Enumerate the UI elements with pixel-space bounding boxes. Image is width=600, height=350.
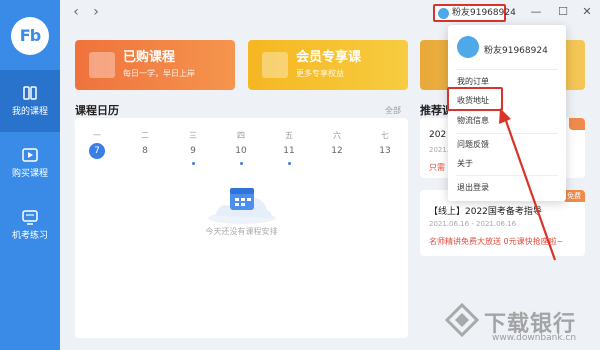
calendar-day-today[interactable]: 7: [89, 143, 105, 159]
avatar: [457, 36, 479, 58]
sidebar-item-my-courses[interactable]: 我的课程: [0, 70, 60, 132]
event-dot: [240, 162, 243, 165]
sidebar-item-label: 机考练习: [11, 231, 48, 241]
sidebar-item-buy-courses[interactable]: 购买课程: [0, 132, 60, 194]
calendar-day[interactable]: 12: [327, 142, 347, 160]
watermark-url: www.downbank.cn: [492, 333, 577, 343]
calendar-title: 课程日历: [75, 104, 119, 117]
user-name: 粉友91968924: [452, 8, 516, 18]
card-subtitle: 更多专享权益: [296, 69, 344, 78]
calendar-panel: 一 二 三 四 五 六 七 7 8 9 10 11 12 13 今天还没有课程安…: [75, 118, 408, 338]
card-title: 会员专享课: [296, 50, 362, 65]
calendar-day[interactable]: 11: [279, 142, 299, 160]
user-menu-button[interactable]: 粉友91968924: [433, 4, 516, 22]
app-logo: Fb: [11, 17, 49, 55]
empty-message: 今天还没有课程安排: [205, 227, 278, 236]
title-bar: ‹ › — ☐ ✕: [60, 0, 600, 26]
watermark-logo-icon: [445, 303, 479, 337]
purchased-courses-card[interactable]: 已购课程 每日一学，早日上岸: [75, 40, 235, 90]
course-note: 名师精讲免费大放送 0元课快抢座啦~: [429, 237, 564, 246]
member-courses-card[interactable]: 会员专享课 更多专享权益: [248, 40, 408, 90]
calendar-day[interactable]: 9: [183, 142, 203, 160]
event-dot: [288, 162, 291, 165]
card-title: 已购课程: [123, 50, 176, 65]
card-subtitle: 每日一学，早日上岸: [123, 69, 195, 78]
weekday-label: 五: [285, 131, 293, 140]
book-icon: [23, 86, 37, 100]
menu-item-about[interactable]: 关于: [457, 158, 473, 170]
calendar-day[interactable]: 10: [231, 142, 251, 160]
calendar-day[interactable]: 13: [375, 142, 395, 160]
all-link[interactable]: 全部: [385, 105, 401, 116]
course-note: 只需: [429, 163, 445, 172]
dropdown-username: 粉友91968924: [484, 46, 548, 56]
event-dot: [192, 162, 195, 165]
menu-item-feedback[interactable]: 问题反馈: [457, 139, 489, 151]
avatar: [438, 8, 449, 19]
weekday-label: 七: [381, 131, 389, 140]
forward-button[interactable]: ›: [88, 4, 104, 20]
course-badge: 免费: [563, 190, 585, 202]
sidebar-item-label: 购买课程: [11, 169, 48, 179]
course-badge: [569, 118, 585, 130]
weekday-label: 六: [333, 131, 341, 140]
menu-item-logout[interactable]: 退出登录: [457, 182, 489, 194]
course-date: 2021.06.16 - 2021.06.16: [429, 220, 517, 228]
minimize-button[interactable]: —: [528, 4, 544, 20]
monitor-icon: [22, 210, 38, 225]
app-logo-text: Fb: [19, 26, 41, 45]
book-icon: [89, 52, 115, 78]
close-button[interactable]: ✕: [579, 4, 595, 20]
weekday-label: 四: [237, 131, 245, 140]
sidebar: Fb 我的课程 购买课程 机考练习: [0, 0, 60, 350]
menu-item-logistics[interactable]: 物流信息: [457, 115, 489, 127]
play-icon: [22, 148, 38, 162]
course-name: 202: [429, 130, 447, 140]
sidebar-item-label: 我的课程: [11, 107, 48, 117]
crown-icon: [262, 52, 288, 78]
weekday-label: 二: [141, 131, 149, 140]
empty-calendar-icon: [208, 188, 276, 224]
weekday-label: 三: [189, 131, 197, 140]
user-dropdown-menu: 粉友91968924 我的订单 收货地址 物流信息 问题反馈 关于 退出登录: [448, 25, 566, 201]
weekday-label: 一: [93, 131, 101, 140]
maximize-button[interactable]: ☐: [555, 4, 571, 20]
divider: [456, 175, 558, 176]
back-button[interactable]: ‹: [68, 4, 84, 20]
highlight-box: [447, 87, 503, 111]
calendar-day[interactable]: 8: [135, 142, 155, 160]
course-name: 【线上】2022国考备考指导: [429, 207, 542, 217]
divider: [456, 133, 558, 134]
sidebar-item-exam-practice[interactable]: 机考练习: [0, 194, 60, 256]
divider: [456, 69, 558, 70]
